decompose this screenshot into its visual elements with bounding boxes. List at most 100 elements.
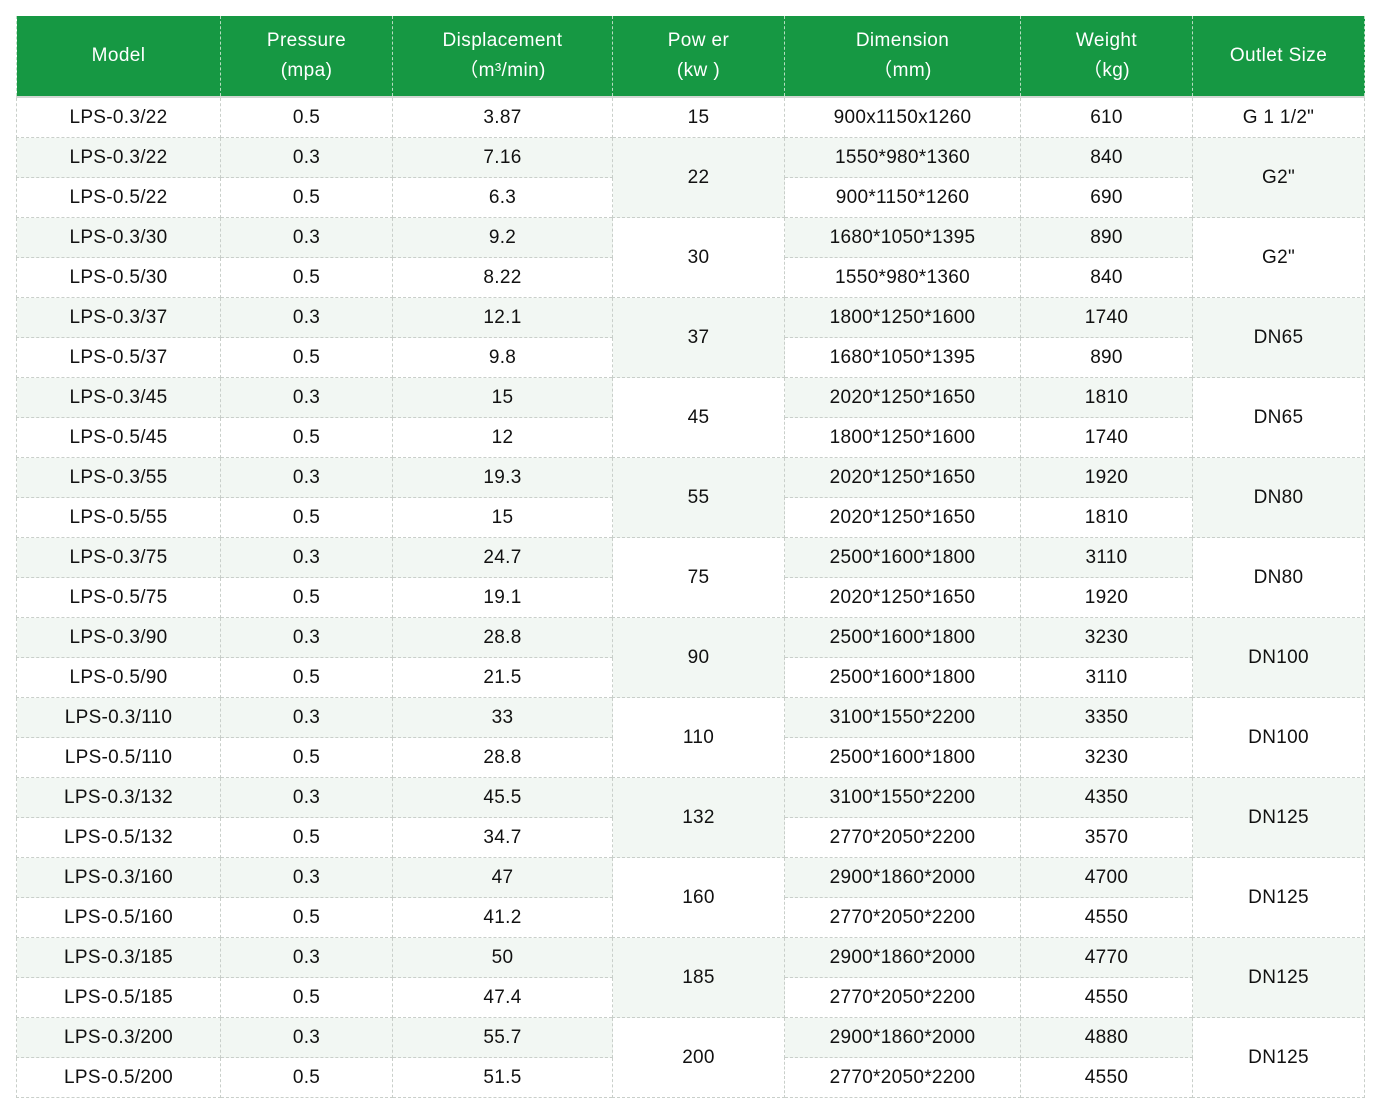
cell-weight: 890 bbox=[1020, 337, 1193, 378]
cell-dimension: 1680*1050*1395 bbox=[784, 337, 1021, 378]
cell-dimension: 3100*1550*2200 bbox=[784, 697, 1021, 738]
table-row: LPS-0.3/22 0.3 7.16 22 1550*980*1360 840… bbox=[16, 137, 1365, 218]
cell-displacement: 7.16 bbox=[392, 137, 613, 178]
header-displacement: Displacement （m³/min) bbox=[392, 16, 613, 97]
header-weight-label: Weight bbox=[1075, 30, 1138, 51]
cell-pressure: 0.3 bbox=[220, 217, 393, 258]
cell-displacement: 51.5 bbox=[392, 1057, 613, 1098]
cell-power: 45 bbox=[612, 377, 785, 458]
cell-weight: 3110 bbox=[1020, 657, 1193, 698]
cell-pressure: 0.3 bbox=[220, 137, 393, 178]
cell-dimension: 2500*1600*1800 bbox=[784, 617, 1021, 658]
cell-outlet-size: G 1 1/2" bbox=[1192, 96, 1365, 138]
cell-pressure: 0.3 bbox=[220, 537, 393, 578]
cell-outlet-size: DN80 bbox=[1192, 537, 1365, 618]
table-row: LPS-0.3/37 0.3 12.1 37 1800*1250*1600 17… bbox=[16, 297, 1365, 378]
cell-dimension: 900*1150*1260 bbox=[784, 177, 1021, 218]
cell-pressure: 0.5 bbox=[220, 577, 393, 618]
header-model: Model bbox=[16, 16, 221, 97]
cell-pressure: 0.3 bbox=[220, 697, 393, 738]
cell-weight: 4550 bbox=[1020, 977, 1193, 1018]
cell-model: LPS-0.5/30 bbox=[16, 257, 221, 298]
cell-weight: 1810 bbox=[1020, 377, 1193, 418]
cell-pressure: 0.5 bbox=[220, 257, 393, 298]
header-outlet-size: Outlet Size bbox=[1192, 16, 1365, 97]
header-pressure-unit: (mpa) bbox=[280, 60, 333, 81]
cell-pressure: 0.5 bbox=[220, 337, 393, 378]
header-dimension: Dimension （mm) bbox=[784, 16, 1021, 97]
cell-dimension: 2020*1250*1650 bbox=[784, 457, 1021, 498]
cell-weight: 4770 bbox=[1020, 937, 1193, 978]
cell-dimension: 2900*1860*2000 bbox=[784, 1017, 1021, 1058]
cell-pressure: 0.3 bbox=[220, 617, 393, 658]
cell-outlet-size: DN100 bbox=[1192, 697, 1365, 778]
cell-displacement: 15 bbox=[392, 377, 613, 418]
cell-model: LPS-0.3/45 bbox=[16, 377, 221, 418]
cell-pressure: 0.3 bbox=[220, 1017, 393, 1058]
cell-power: 160 bbox=[612, 857, 785, 938]
table-row: LPS-0.3/110 0.3 33 110 3100*1550*2200 33… bbox=[16, 697, 1365, 778]
cell-weight: 890 bbox=[1020, 217, 1193, 258]
header-weight-unit: （kg) bbox=[1083, 60, 1130, 81]
cell-model: LPS-0.3/22 bbox=[16, 137, 221, 178]
table-row: LPS-0.3/200 0.3 55.7 200 2900*1860*2000 … bbox=[16, 1017, 1365, 1098]
header-power-unit: (kw ) bbox=[676, 60, 721, 81]
cell-power: 37 bbox=[612, 297, 785, 378]
cell-dimension: 2500*1600*1800 bbox=[784, 657, 1021, 698]
cell-displacement: 3.87 bbox=[392, 96, 613, 138]
cell-model: LPS-0.3/37 bbox=[16, 297, 221, 338]
table-header-row: Model Pressure (mpa) Displacement （m³/mi… bbox=[16, 16, 1365, 97]
cell-model: LPS-0.3/200 bbox=[16, 1017, 221, 1058]
cell-model: LPS-0.3/30 bbox=[16, 217, 221, 258]
cell-dimension: 1800*1250*1600 bbox=[784, 417, 1021, 458]
cell-weight: 4550 bbox=[1020, 1057, 1193, 1098]
cell-model: LPS-0.5/37 bbox=[16, 337, 221, 378]
table-row: LPS-0.3/185 0.3 50 185 2900*1860*2000 47… bbox=[16, 937, 1365, 1018]
cell-model: LPS-0.5/160 bbox=[16, 897, 221, 938]
cell-weight: 3110 bbox=[1020, 537, 1193, 578]
cell-pressure: 0.5 bbox=[220, 817, 393, 858]
cell-displacement: 8.22 bbox=[392, 257, 613, 298]
cell-weight: 1920 bbox=[1020, 577, 1193, 618]
cell-dimension: 2770*2050*2200 bbox=[784, 977, 1021, 1018]
cell-dimension: 2500*1600*1800 bbox=[784, 537, 1021, 578]
cell-weight: 1740 bbox=[1020, 297, 1193, 338]
cell-power: 15 bbox=[612, 96, 785, 138]
cell-dimension: 1550*980*1360 bbox=[784, 257, 1021, 298]
cell-pressure: 0.3 bbox=[220, 937, 393, 978]
header-pressure-label: Pressure bbox=[266, 30, 347, 51]
cell-dimension: 3100*1550*2200 bbox=[784, 777, 1021, 818]
cell-model: LPS-0.5/22 bbox=[16, 177, 221, 218]
cell-dimension: 2900*1860*2000 bbox=[784, 857, 1021, 898]
cell-power: 132 bbox=[612, 777, 785, 858]
cell-dimension: 2770*2050*2200 bbox=[784, 1057, 1021, 1098]
cell-weight: 1740 bbox=[1020, 417, 1193, 458]
cell-model: LPS-0.3/90 bbox=[16, 617, 221, 658]
cell-weight: 1810 bbox=[1020, 497, 1193, 538]
cell-power: 55 bbox=[612, 457, 785, 538]
cell-weight: 840 bbox=[1020, 137, 1193, 178]
cell-outlet-size: DN80 bbox=[1192, 457, 1365, 538]
cell-pressure: 0.5 bbox=[220, 657, 393, 698]
cell-dimension: 1680*1050*1395 bbox=[784, 217, 1021, 258]
cell-model: LPS-0.5/185 bbox=[16, 977, 221, 1018]
table-row: LPS-0.3/55 0.3 19.3 55 2020*1250*1650 19… bbox=[16, 457, 1365, 538]
cell-displacement: 19.1 bbox=[392, 577, 613, 618]
cell-dimension: 1800*1250*1600 bbox=[784, 297, 1021, 338]
cell-model: LPS-0.5/45 bbox=[16, 417, 221, 458]
cell-model: LPS-0.5/55 bbox=[16, 497, 221, 538]
cell-dimension: 900x1150x1260 bbox=[784, 96, 1021, 138]
cell-pressure: 0.5 bbox=[220, 1057, 393, 1098]
spec-table: Model Pressure (mpa) Displacement （m³/mi… bbox=[16, 16, 1365, 1098]
cell-pressure: 0.5 bbox=[220, 417, 393, 458]
cell-displacement: 12 bbox=[392, 417, 613, 458]
cell-pressure: 0.5 bbox=[220, 497, 393, 538]
header-pressure: Pressure (mpa) bbox=[220, 16, 393, 97]
cell-power: 185 bbox=[612, 937, 785, 1018]
cell-weight: 840 bbox=[1020, 257, 1193, 298]
cell-pressure: 0.5 bbox=[220, 897, 393, 938]
spec-table-container: Model Pressure (mpa) Displacement （m³/mi… bbox=[16, 16, 1365, 1098]
header-power-label: Pow er bbox=[667, 30, 730, 51]
cell-pressure: 0.3 bbox=[220, 377, 393, 418]
cell-displacement: 28.8 bbox=[392, 737, 613, 778]
